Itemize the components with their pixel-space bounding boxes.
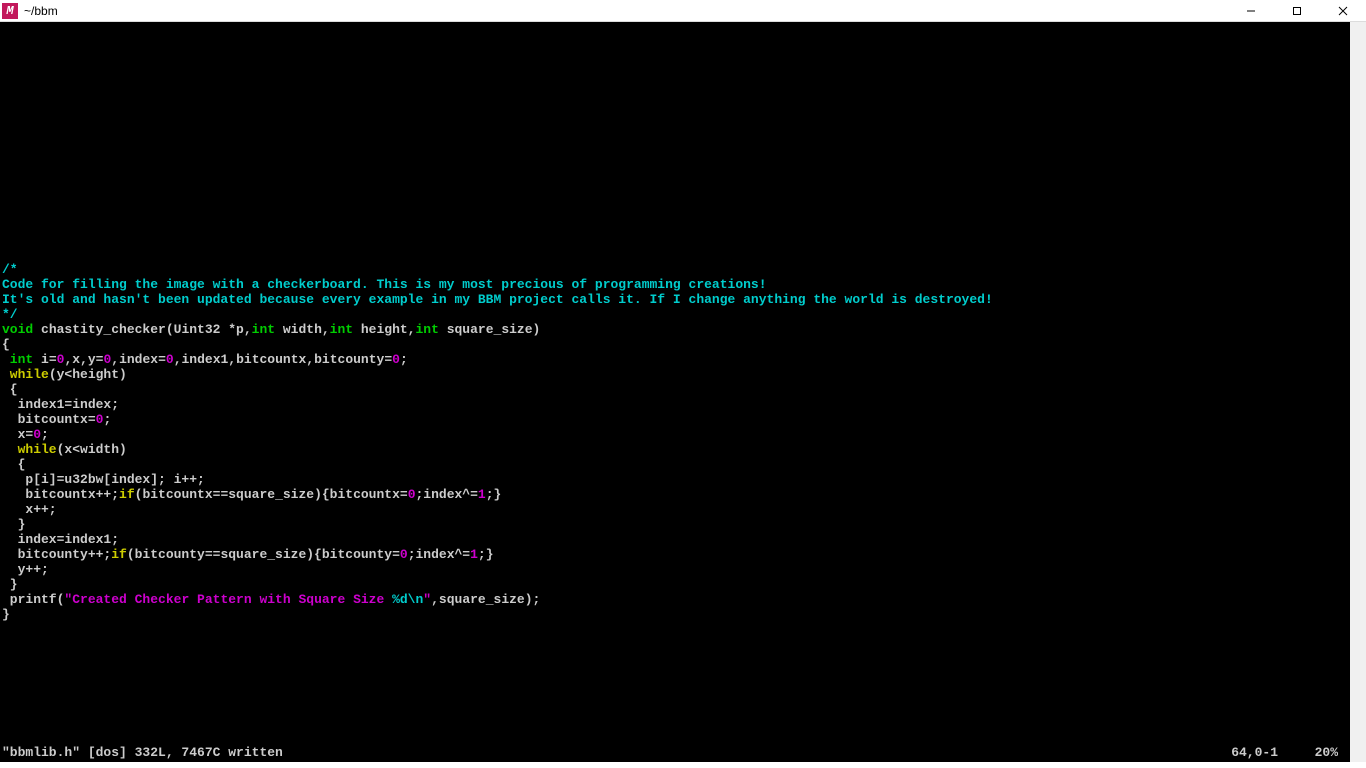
minimize-button[interactable]	[1228, 0, 1274, 22]
code-text: (bitcounty==square_size){bitcounty=	[127, 547, 400, 562]
keyword-int: int	[416, 322, 439, 337]
comment-close: */	[2, 307, 18, 322]
number-literal: 0	[392, 352, 400, 367]
number-literal: 1	[478, 487, 486, 502]
string-literal: "Created Checker Pattern with Square Siz…	[64, 592, 392, 607]
code-text: ;}	[486, 487, 502, 502]
keyword-while: while	[2, 367, 49, 382]
code-text: ,index=	[111, 352, 166, 367]
code-text: ;index^=	[408, 547, 470, 562]
keyword-void: void	[2, 322, 33, 337]
brace: {	[2, 382, 18, 397]
terminal-viewport[interactable]: /* Code for filling the image with a che…	[0, 22, 1350, 762]
code-text: bitcountx++;	[2, 487, 119, 502]
window-controls	[1228, 0, 1366, 22]
number-literal: 0	[408, 487, 416, 502]
number-literal: 1	[470, 547, 478, 562]
brace: }	[2, 517, 25, 532]
code-line: index1=index;	[2, 397, 119, 412]
code-text: (bitcountx==square_size){bitcountx=	[135, 487, 408, 502]
keyword-int: int	[2, 352, 33, 367]
code-text: (x<width)	[57, 442, 127, 457]
vim-status-line: "bbmlib.h" [dos] 332L, 7467C written 64,…	[2, 745, 1348, 760]
format-spec: %d\n	[392, 592, 423, 607]
code-text: ;	[400, 352, 408, 367]
code-text: x=	[2, 427, 33, 442]
comment-open: /*	[2, 262, 18, 277]
window-titlebar: M ~/bbm	[0, 0, 1366, 22]
code-text: width,	[275, 322, 330, 337]
keyword-if: if	[119, 487, 135, 502]
brace: {	[2, 457, 25, 472]
brace: }	[2, 577, 18, 592]
comment-line: Code for filling the image with a checke…	[2, 277, 767, 292]
code-content: /* Code for filling the image with a che…	[2, 37, 1350, 768]
code-text: ;	[103, 412, 111, 427]
code-text: ;	[41, 427, 49, 442]
code-line: index=index1;	[2, 532, 119, 547]
close-button[interactable]	[1320, 0, 1366, 22]
code-text: height,	[353, 322, 415, 337]
app-icon: M	[2, 3, 18, 19]
code-text: bitcountx=	[2, 412, 96, 427]
keyword-while: while	[2, 442, 57, 457]
keyword-int: int	[330, 322, 353, 337]
comment-line: It's old and hasn't been updated because…	[2, 292, 993, 307]
code-line: y++;	[2, 562, 49, 577]
scrollbar[interactable]	[1350, 22, 1366, 762]
code-line: x++;	[2, 502, 57, 517]
code-line: p[i]=u32bw[index]; i++;	[2, 472, 205, 487]
code-text: square_size)	[439, 322, 540, 337]
code-text: ;}	[478, 547, 494, 562]
code-text: chastity_checker(Uint32 *p,	[33, 322, 251, 337]
code-text: (y<height)	[49, 367, 127, 382]
keyword-if: if	[111, 547, 127, 562]
keyword-int: int	[252, 322, 275, 337]
number-literal: 0	[33, 427, 41, 442]
code-text: ,x,y=	[64, 352, 103, 367]
code-text: i=	[33, 352, 56, 367]
code-text: ,square_size);	[431, 592, 540, 607]
code-text: printf(	[2, 592, 64, 607]
window-title: ~/bbm	[24, 4, 58, 18]
scroll-percent: 20%	[1315, 745, 1338, 760]
maximize-button[interactable]	[1274, 0, 1320, 22]
number-literal: 0	[166, 352, 174, 367]
status-message: "bbmlib.h" [dos] 332L, 7467C written	[2, 745, 283, 760]
string-literal: "	[423, 592, 431, 607]
number-literal: 0	[400, 547, 408, 562]
brace: }	[2, 607, 10, 622]
brace: {	[2, 337, 10, 352]
code-text: ,index1,bitcountx,bitcounty=	[174, 352, 392, 367]
code-text: ;index^=	[416, 487, 478, 502]
code-text: bitcounty++;	[2, 547, 111, 562]
